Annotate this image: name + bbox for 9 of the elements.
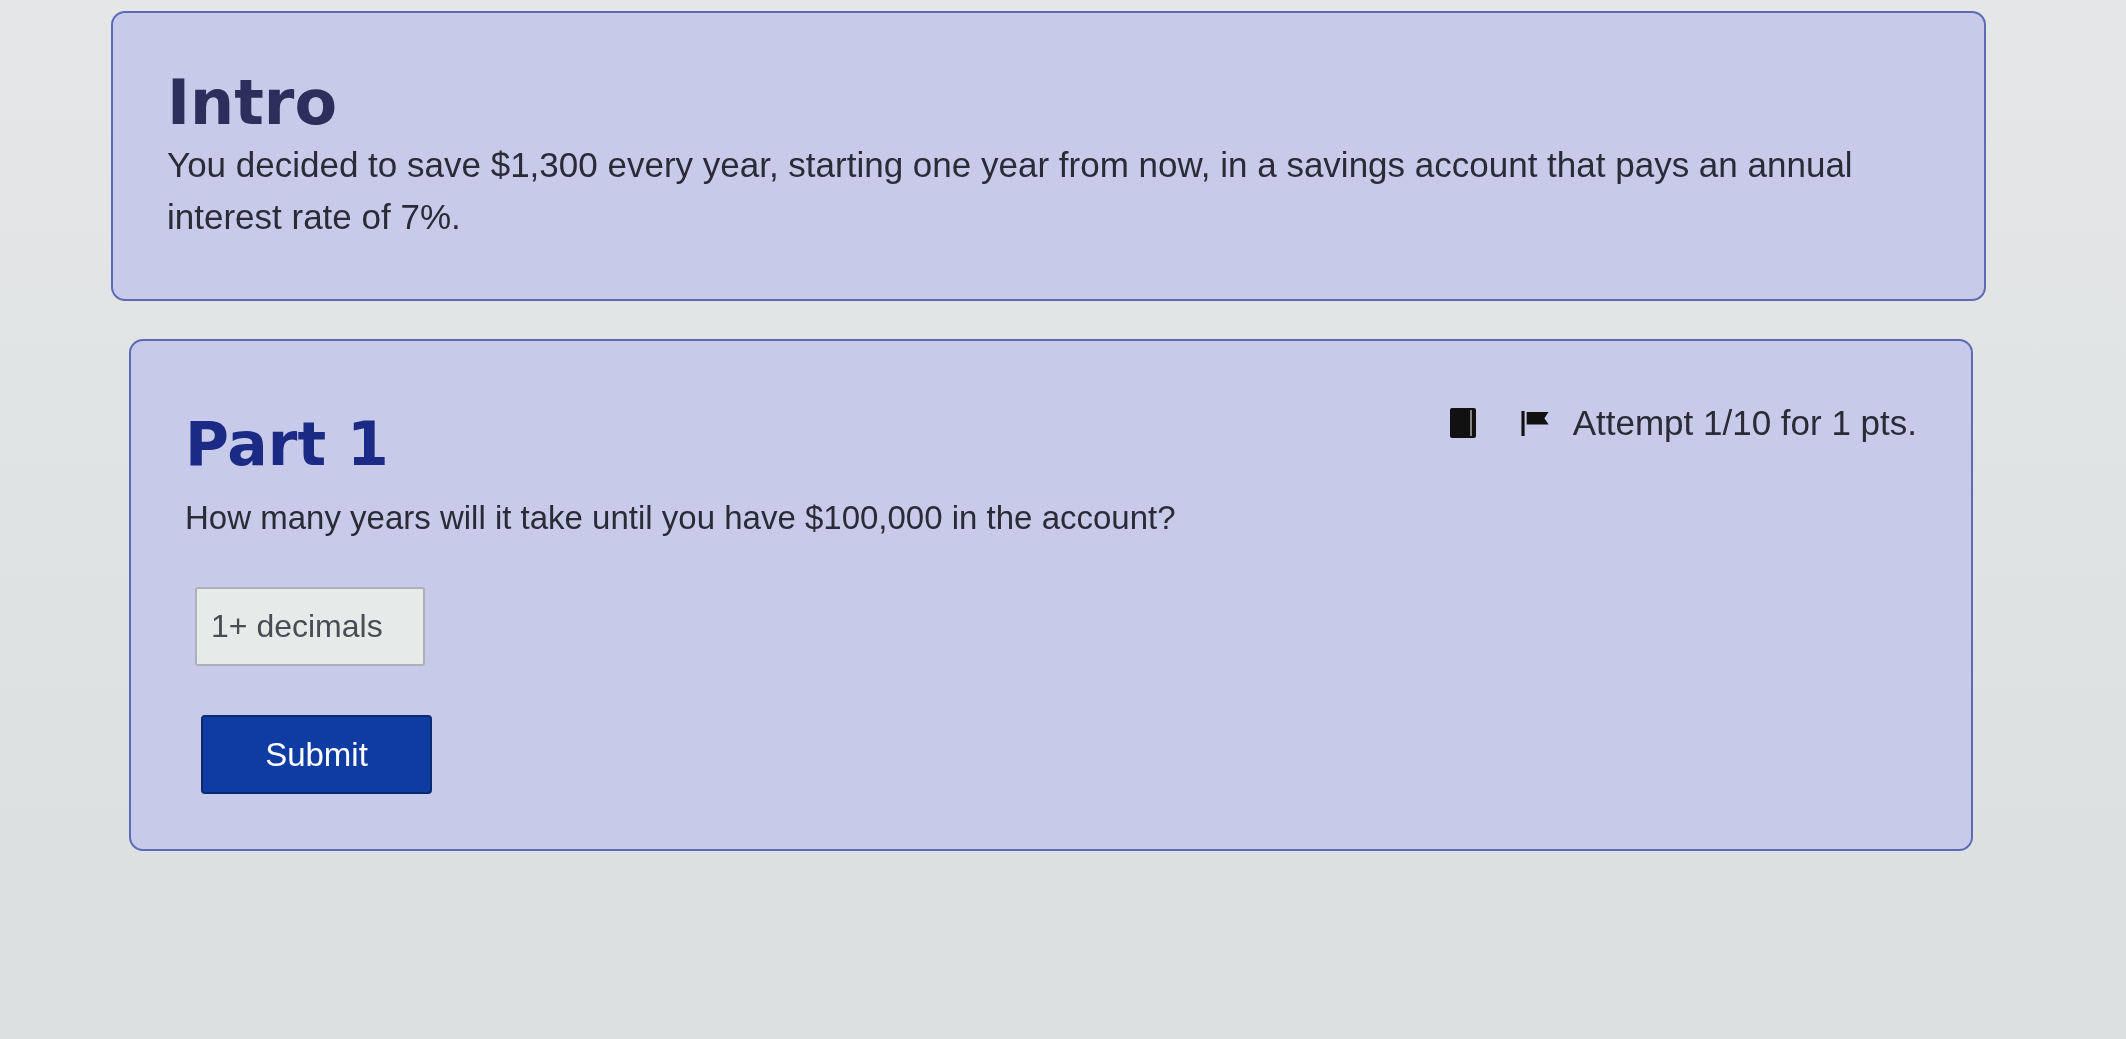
question-text: How many years will it take until you have $100,000 in the account? — [185, 498, 1177, 538]
intro-heading: Intro — [167, 69, 338, 137]
submit-button[interactable]: Submit — [201, 715, 432, 794]
attempt-info: Attempt 1/10 for 1 pts. — [1572, 402, 1917, 444]
flag-icon[interactable] — [1520, 410, 1549, 436]
intro-text: You decided to save $1,300 every year, starting one year from now, in a savings account that pays an annual interest rate of 7%. — [167, 144, 1854, 238]
book-icon[interactable] — [1448, 408, 1477, 438]
part-heading: Part 1 — [185, 408, 389, 480]
answer-field[interactable]: 1+ decimals — [195, 587, 425, 666]
